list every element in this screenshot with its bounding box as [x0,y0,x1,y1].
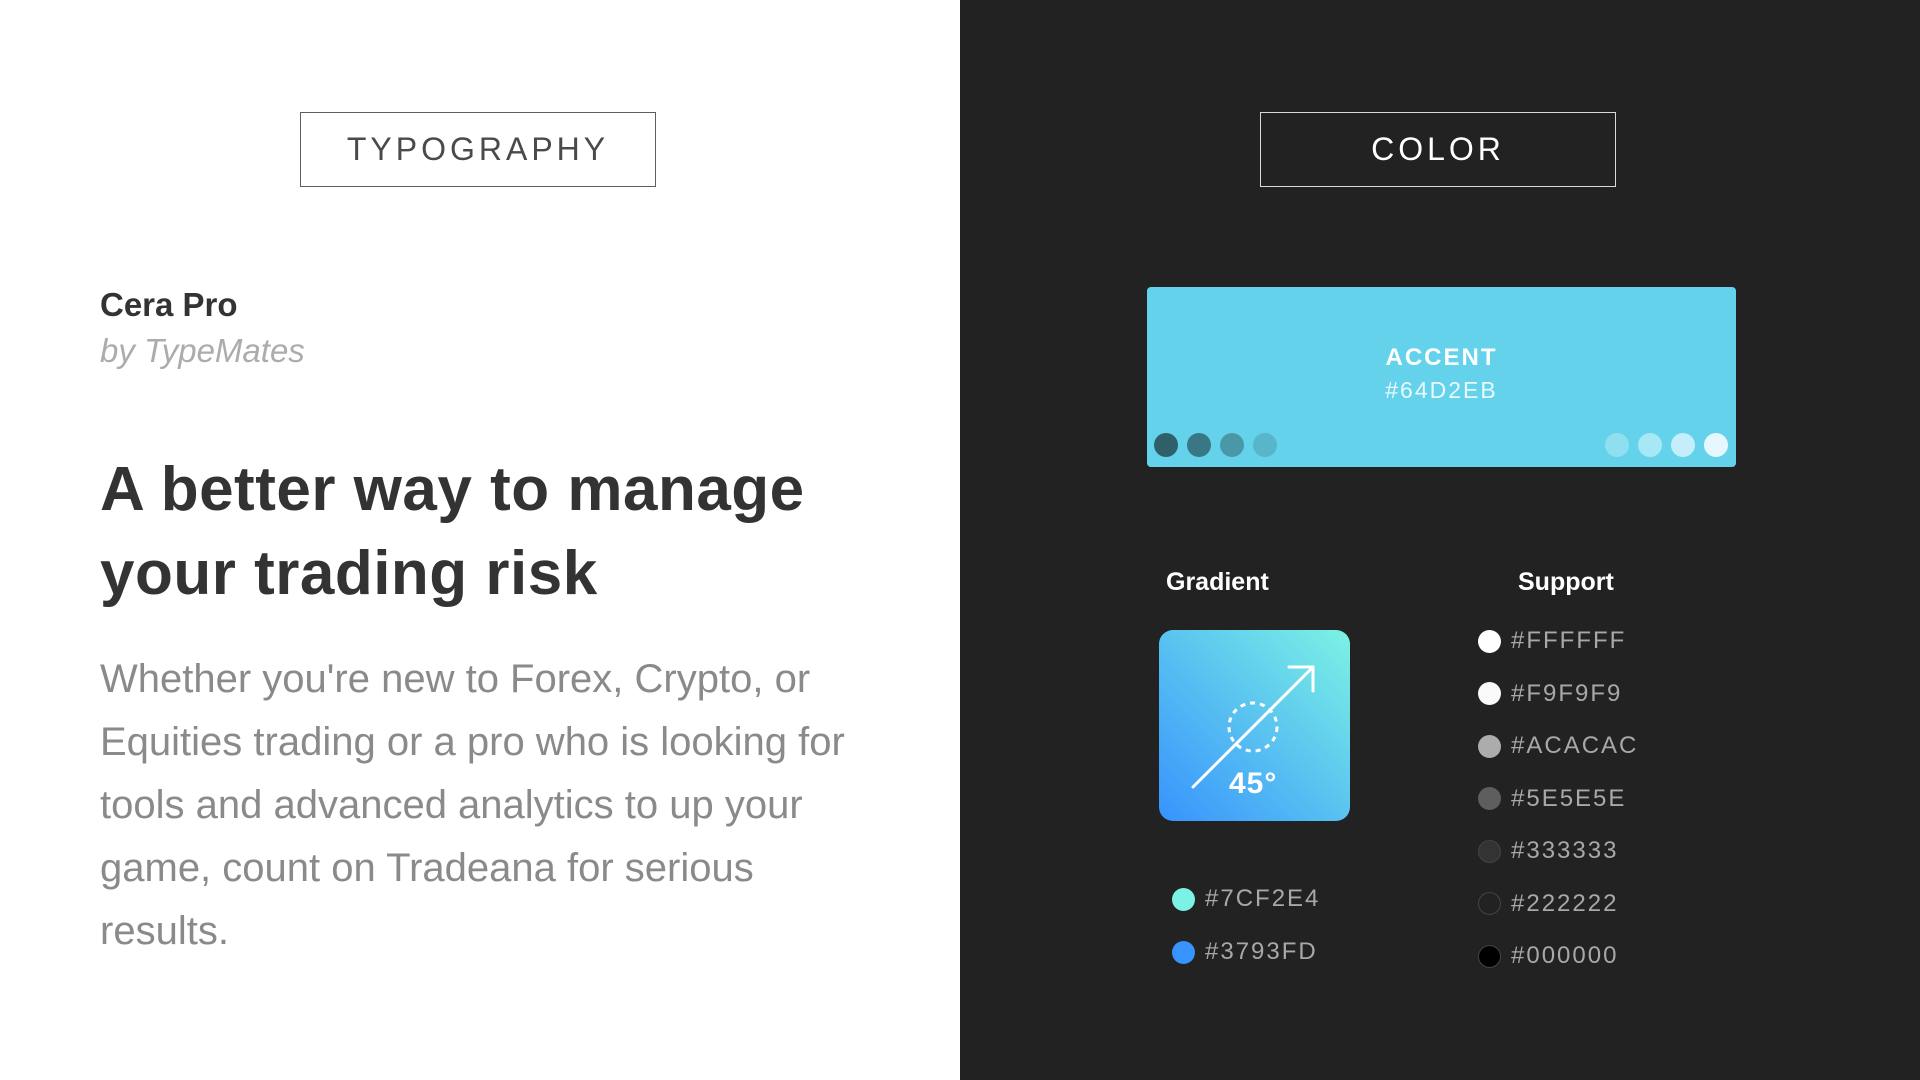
support-swatch [1478,682,1501,705]
support-swatch-row: #333333 [1478,836,1618,866]
support-swatch-hex: #F9F9F9 [1511,679,1623,707]
support-swatch-row: #ACACAC [1478,731,1638,761]
support-swatch-hex: #ACACAC [1511,732,1639,759]
support-swatch-hex: #333333 [1511,837,1619,864]
gradient-stop-row: #7CF2E4 [1172,884,1320,914]
accent-color-card: ACCENT #64D2EB [1147,287,1736,467]
accent-label: ACCENT [1385,344,1498,371]
support-swatch-row: #000000 [1478,941,1618,971]
gradient-stop-swatch [1172,887,1195,911]
sample-body-text: Whether you're new to Forex, Crypto, or … [100,657,845,953]
gradient-stop-row: #3793FD [1172,937,1318,967]
support-swatch [1478,734,1501,758]
accent-tint-dot [1704,433,1728,457]
accent-shade-dot [1187,433,1211,457]
support-swatch [1478,892,1501,915]
support-swatch-hex: #FFFFFF [1511,627,1627,654]
style-guide-page: TYPOGRAPHY Cera Pro by TypeMates A bette… [0,0,1920,1080]
gradient-stop-hex: #3793FD [1205,938,1318,965]
support-swatch-row: #F9F9F9 [1478,679,1622,709]
typography-panel: TYPOGRAPHY Cera Pro by TypeMates A bette… [0,0,960,1080]
accent-shade-dot [1253,433,1277,457]
gradient-preview: 45° [1159,630,1350,821]
typography-section-label: TYPOGRAPHY [300,112,656,187]
gradient-title: Gradient [1166,568,1269,596]
accent-tint-dot [1605,433,1629,457]
support-swatch-row: #5E5E5E [1478,784,1626,814]
font-author: by TypeMates [100,332,305,369]
support-swatch-hex: #000000 [1511,942,1619,969]
accent-hex: #64D2EB [1385,377,1498,403]
support-swatch [1478,944,1501,968]
support-swatch-row: #FFFFFF [1478,626,1626,656]
accent-tint-dot [1638,433,1662,457]
color-section-label: COLOR [1260,112,1616,187]
support-swatch [1478,629,1501,653]
accent-shade-dot [1154,433,1178,457]
accent-tint-dot [1671,433,1695,457]
accent-shade-dot [1220,433,1244,457]
font-name: Cera Pro [100,286,238,323]
support-swatch-hex: #5E5E5E [1511,784,1627,812]
sample-headline: A better way to manage your trading risk [100,455,805,608]
support-title: Support [1518,568,1614,596]
support-swatch [1478,787,1501,810]
support-swatch-row: #222222 [1478,889,1618,919]
gradient-stop-hex: #7CF2E4 [1205,885,1321,912]
color-panel: COLOR ACCENT #64D2EB Gradient 45° #7CF2E… [960,0,1920,1080]
support-swatch-hex: #222222 [1511,889,1619,917]
gradient-stop-swatch [1172,940,1195,964]
support-swatch [1478,839,1501,863]
gradient-angle-label: 45° [1229,767,1278,800]
